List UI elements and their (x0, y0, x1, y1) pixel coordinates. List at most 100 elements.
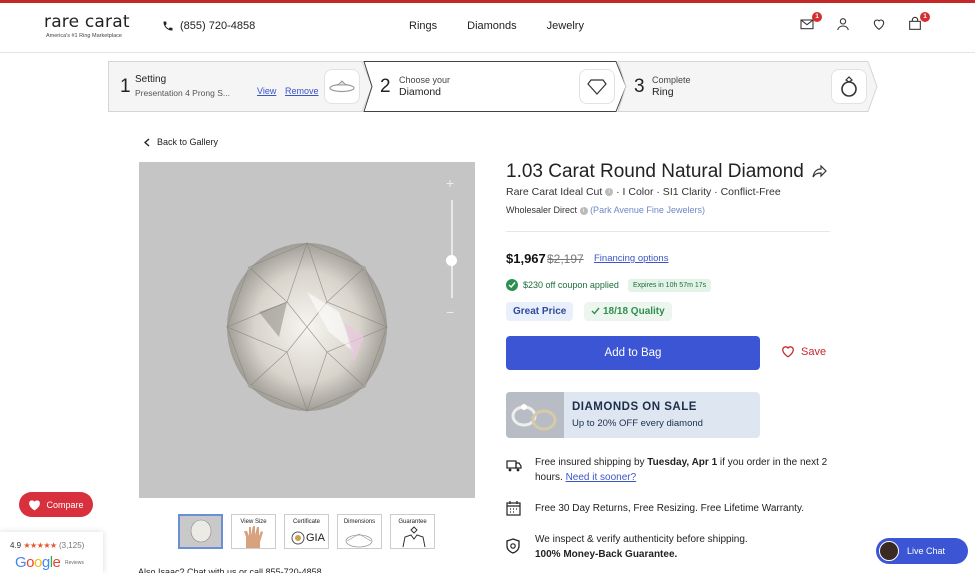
save-button[interactable]: Save (781, 345, 826, 358)
shipping-text: Free insured shipping by Tuesday, Apr 1 … (535, 455, 827, 485)
site-header: rare carat America's #1 Ring Marketplace… (0, 3, 975, 53)
setting-thumbnail (324, 69, 360, 104)
seller-type: Wholesaler Direct (506, 205, 578, 215)
share-icon (812, 164, 827, 178)
gia-badge: GIA (306, 532, 325, 544)
step-complete-subtitle: Ring (652, 86, 674, 98)
zoom-out-button[interactable]: − (446, 304, 454, 320)
nav-rings[interactable]: Rings (409, 20, 437, 32)
wishlist-button[interactable] (871, 16, 889, 34)
header-icons: 1 1 (799, 12, 930, 34)
thumbnail-guarantee[interactable]: Guarantee (390, 514, 435, 549)
compare-label: Compare (46, 499, 84, 510)
diamond-image (226, 241, 388, 413)
truck-icon (506, 460, 522, 472)
ring-builder-steps: 1 Setting Presentation 4 Prong S... View… (108, 61, 878, 112)
thumbnail-certificate[interactable]: Certificate GIA (284, 514, 329, 549)
zoom-slider-handle[interactable] (446, 255, 457, 266)
user-icon (837, 18, 849, 31)
phone-link[interactable]: (855) 720-4858 (162, 20, 255, 32)
nav-jewelry[interactable]: Jewelry (547, 20, 584, 32)
specs-rest: · I Color · SI1 Clarity · Conflict-Free (616, 186, 781, 198)
divider (506, 231, 830, 232)
thumbnail-strip: View Size Certificate GIA Dimensions Gua… (178, 514, 435, 549)
checkmark-icon (591, 307, 600, 315)
logo-tagline: America's #1 Ring Marketplace (46, 33, 122, 39)
help-text-partial: Also Isaac? Chat with us or call 855-720… (138, 567, 322, 573)
phone-number: (855) 720-4858 (180, 20, 256, 32)
back-to-gallery-link[interactable]: Back to Gallery (144, 137, 218, 147)
step-diamond-number: 2 (380, 76, 391, 97)
zoom-in-button[interactable]: + (446, 175, 454, 191)
remove-setting-link[interactable]: Remove (285, 86, 319, 96)
calendar-icon (506, 501, 521, 516)
logo[interactable]: rare carat America's #1 Ring Marketplace (44, 12, 139, 39)
step-setting-title: Setting (135, 74, 167, 85)
page: rare carat America's #1 Ring Marketplace… (0, 0, 975, 573)
heart-outline-icon (782, 346, 794, 358)
info-icon[interactable]: i (605, 188, 614, 197)
diamond-thumb-icon (180, 516, 221, 547)
star-icons: ★★★★★ (23, 541, 57, 550)
heart-filled-icon (29, 499, 41, 510)
step-complete-number: 3 (634, 76, 645, 97)
heart-icon (873, 19, 885, 30)
step-complete-title: Complete (652, 75, 691, 85)
quality-text: 18/18 Quality (603, 306, 665, 317)
mail-button[interactable]: 1 (799, 12, 822, 34)
zoom-slider-track[interactable] (451, 200, 453, 298)
dimensions-icon (345, 533, 373, 548)
thumbnail-diamond[interactable] (178, 514, 223, 549)
product-title: 1.03 Carat Round Natural Diamond (506, 161, 804, 182)
ring-icon (841, 75, 857, 97)
account-button[interactable] (835, 16, 853, 34)
promo-subtitle: Up to 20% OFF every diamond (572, 418, 703, 429)
rating-score: 4.9 (10, 541, 22, 550)
google-reviews-widget[interactable]: 4.9 ★★★★★ (3,125) Google Reviews (0, 532, 103, 573)
step-diamond[interactable]: 2 Choose your Diamond (370, 61, 620, 112)
diamond-image-viewer[interactable]: + − (139, 162, 475, 498)
coupon-expiry: Expires in 10h 57m 17s (628, 279, 712, 292)
logo-text: rare carat (44, 12, 130, 32)
need-it-sooner-link[interactable]: Need it sooner? (566, 472, 637, 483)
certificate-seal-icon (291, 531, 305, 545)
share-button[interactable] (812, 164, 827, 183)
product-specs: Rare Carat Ideal Cut i · I Color · SI1 C… (506, 186, 781, 198)
nav-diamonds[interactable]: Diamonds (467, 20, 517, 32)
thumbnail-certificate-label: Certificate (292, 519, 320, 525)
live-chat-button[interactable]: Live Chat (876, 538, 968, 564)
cart-button[interactable]: 1 (907, 12, 930, 34)
check-circle-icon (506, 279, 518, 291)
financing-options-link[interactable]: Financing options (594, 253, 668, 264)
sale-promo-banner[interactable]: DIAMONDS ON SALE Up to 20% OFF every dia… (506, 392, 760, 438)
review-count: (3,125) (58, 541, 85, 550)
guarantee-text: We inspect & verify authenticity before … (535, 532, 748, 562)
seller-info-icon[interactable]: i (579, 206, 588, 215)
rating-line: 4.9 ★★★★★ (3,125) (10, 541, 84, 550)
compare-button[interactable]: Compare (19, 492, 93, 517)
diamond-step-thumbnail (579, 69, 615, 104)
coupon-text: $230 off coupon applied (523, 280, 619, 290)
reviews-label: Reviews (65, 560, 84, 566)
cart-badge: 1 (920, 12, 930, 22)
ring-setting-icon (329, 79, 355, 92)
thumbnail-view-size[interactable]: View Size (231, 514, 276, 549)
seller-info: Wholesaler Direct i (Park Avenue Fine Je… (506, 205, 705, 215)
diamond-icon (587, 78, 607, 95)
great-price-badge: Great Price (506, 302, 574, 321)
view-setting-link[interactable]: View (257, 86, 276, 96)
current-price: $1,967 (506, 251, 546, 266)
shop-name[interactable]: (Park Avenue Fine Jewelers) (590, 205, 705, 215)
thumbnail-dimensions[interactable]: Dimensions (337, 514, 382, 549)
step-setting[interactable]: 1 Setting Presentation 4 Prong S... View… (108, 61, 368, 112)
google-logo: Google (15, 554, 61, 571)
step-diamond-title: Choose your (399, 75, 451, 85)
step-setting-number: 1 (120, 76, 131, 97)
shield-icon (506, 538, 520, 554)
save-label: Save (801, 345, 827, 358)
step-complete[interactable]: 3 Complete Ring (624, 61, 874, 112)
returns-text: Free 30 Day Returns, Free Resizing. Free… (535, 503, 804, 514)
add-to-bag-button[interactable]: Add to Bag (506, 336, 760, 370)
quality-badge: 18/18 Quality (584, 302, 672, 321)
original-price: $2,197 (547, 252, 584, 266)
